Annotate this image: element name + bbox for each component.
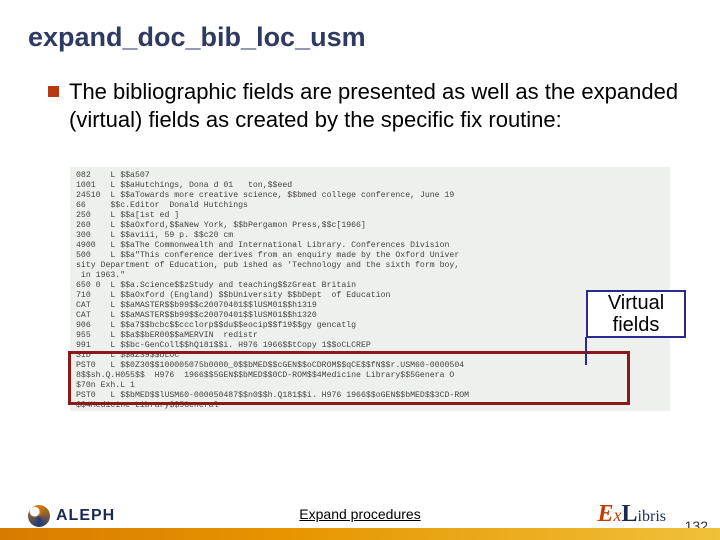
exlibris-e: E [598, 501, 614, 528]
highlight-box [68, 351, 630, 405]
bullet-text: The bibliographic fields are presented a… [69, 78, 680, 133]
callout-label: Virtual fields [586, 290, 686, 338]
exlibris-rest: ibris [638, 508, 666, 526]
footer-bar [0, 528, 720, 540]
exlibris-logo: ExLibris [598, 501, 666, 528]
callout-text: Virtual fields [608, 292, 664, 336]
callout-connector [585, 337, 587, 365]
slide-title: expand_doc_bib_loc_usm [28, 22, 366, 53]
footer: ALEPH Expand procedures ExLibris 132 [0, 492, 720, 540]
exlibris-l: L [622, 501, 638, 528]
slide: expand_doc_bib_loc_usm The bibliographic… [0, 0, 720, 540]
exlibris-x: x [614, 505, 622, 526]
bullet-row: The bibliographic fields are presented a… [48, 78, 680, 133]
bullet-icon [48, 86, 59, 97]
